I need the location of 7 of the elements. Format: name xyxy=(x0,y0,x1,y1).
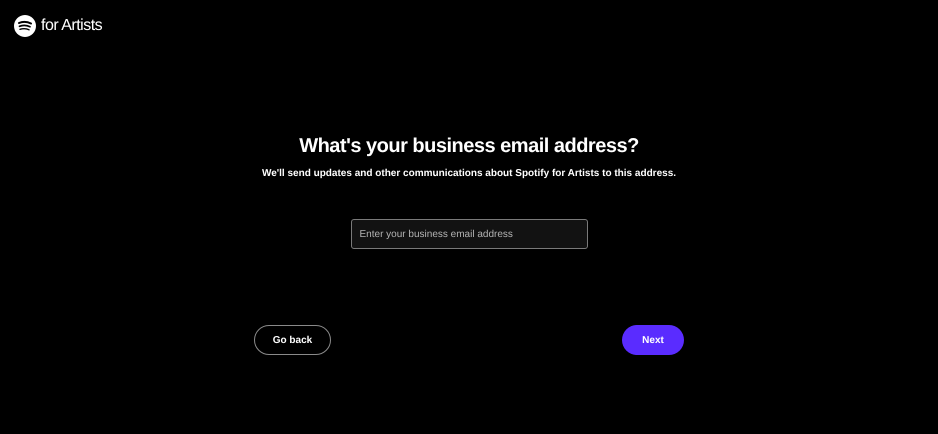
next-button[interactable]: Next xyxy=(622,325,684,355)
page-title: What's your business email address? xyxy=(299,134,639,159)
logo-text: for Artists xyxy=(41,16,102,36)
logo-icon xyxy=(14,15,36,37)
back-button[interactable]: Go back xyxy=(254,325,331,355)
subtitle: We'll send updates and other communications about Spotify for Artists to this address. xyxy=(262,167,676,181)
email-input-field[interactable]: Enter your business email address xyxy=(350,219,588,249)
